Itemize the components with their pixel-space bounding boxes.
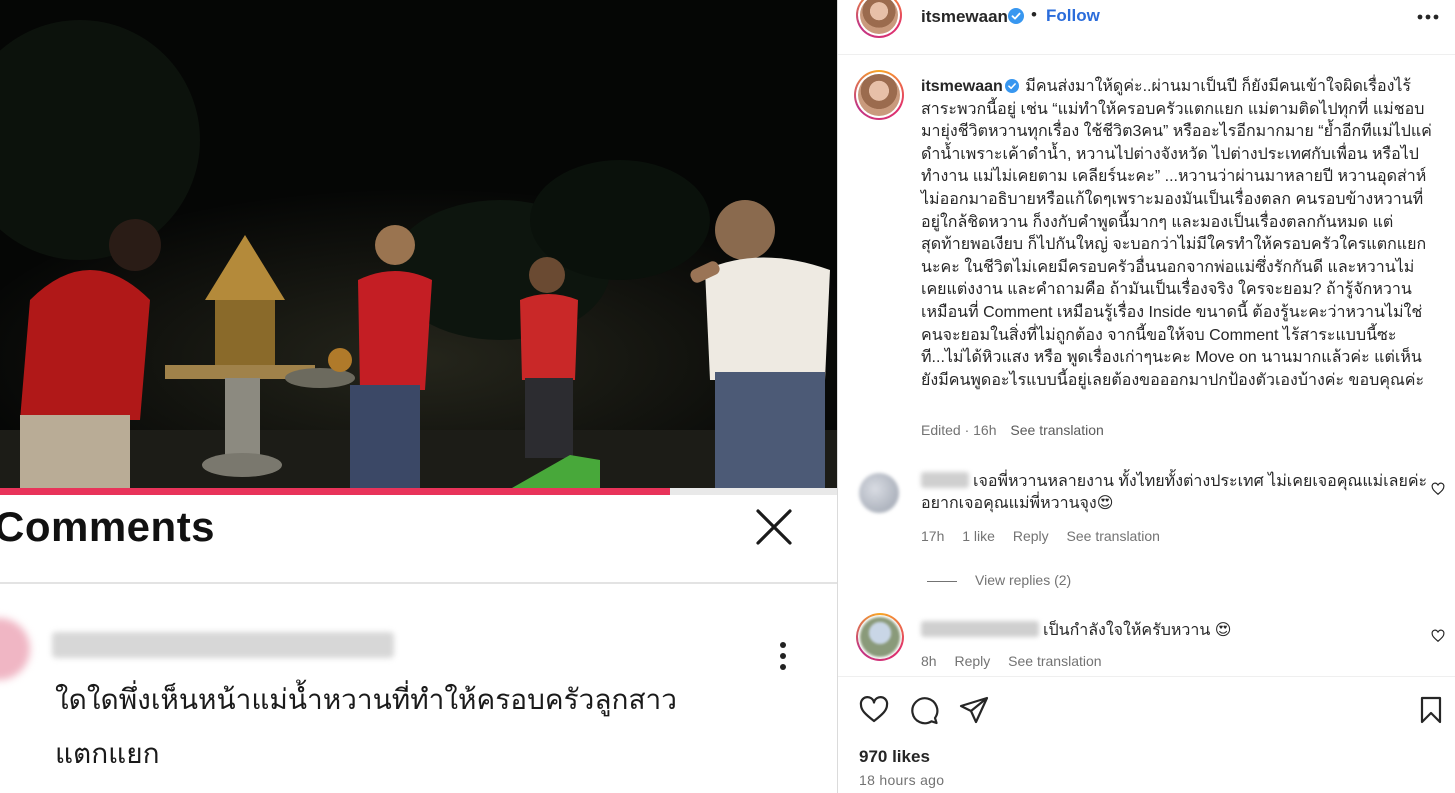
- video-progress-bar[interactable]: [0, 488, 837, 495]
- replies-line: [927, 580, 957, 582]
- view-replies-label: View replies (2): [975, 572, 1072, 588]
- divider: [838, 676, 1455, 677]
- comment-time: 17h: [921, 528, 945, 544]
- view-replies-button[interactable]: View replies (2): [927, 572, 1071, 588]
- comment-body: เป็นกำลังใจให้ครับหวาน 😍: [921, 620, 1433, 642]
- comment-meta: 17h 1 like Reply See translation: [921, 528, 1174, 544]
- comments-screenshot: Comments ใดใดพึ่งเห็นหน้าแม่น้ำหวานที่ทำ…: [0, 495, 837, 793]
- caption-username[interactable]: itsmewaan: [921, 78, 1003, 95]
- blurred-username[interactable]: [921, 472, 969, 488]
- see-translation-link[interactable]: See translation: [1067, 528, 1160, 544]
- comment-bubble-icon[interactable]: [908, 694, 940, 726]
- blurred-username[interactable]: [921, 621, 1039, 637]
- post-side-panel: itsmewaan • Follow itsmewaan มีคนส่งมาให…: [837, 0, 1455, 793]
- divider: [838, 54, 1455, 55]
- comments-screenshot-title: Comments: [0, 503, 216, 550]
- divider: [0, 582, 837, 584]
- bookmark-icon[interactable]: [1415, 694, 1447, 726]
- paper-plane-icon[interactable]: [958, 694, 990, 726]
- comment-time: 8h: [921, 653, 937, 669]
- video-progress-fill: [0, 488, 670, 495]
- post-media[interactable]: Comments ใดใดพึ่งเห็นหน้าแม่น้ำหวานที่ทำ…: [0, 0, 837, 793]
- edited-label: Edited · 16h: [921, 422, 997, 438]
- caption-meta: Edited · 16h See translation: [921, 422, 1104, 438]
- caption-text: มีคนส่งมาให้ดูค่ะ..ผ่านมาเป็นปี ก็ยังมีค…: [921, 78, 1432, 389]
- more-horizontal-icon[interactable]: [1417, 14, 1439, 20]
- comment-likes[interactable]: 1 like: [962, 528, 995, 544]
- comment-text: ใดใดพึ่งเห็นหน้าแม่น้ำหวานที่ทำให้ครอบคร…: [55, 684, 678, 769]
- verified-badge-icon: [1004, 79, 1019, 93]
- reply-button[interactable]: Reply: [1013, 528, 1049, 544]
- more-vertical-icon: [780, 642, 786, 670]
- comment-body: เจอพี่หวานหลายงาน ทั้งไทยทั้งต่างประเทศ …: [921, 471, 1433, 515]
- verified-badge-icon: [1008, 8, 1024, 24]
- commenter-avatar[interactable]: [859, 473, 899, 513]
- video-frame-image: [0, 0, 837, 492]
- reply-button[interactable]: Reply: [954, 653, 990, 669]
- follow-button[interactable]: Follow: [1046, 6, 1100, 26]
- author-username[interactable]: itsmewaan: [921, 7, 1008, 27]
- avatar: [0, 618, 30, 680]
- comment-text: เป็นกำลังใจให้ครับหวาน 😍: [1043, 622, 1232, 639]
- commenter-avatar[interactable]: [856, 613, 904, 661]
- author-avatar[interactable]: [856, 0, 902, 38]
- heart-icon[interactable]: [1431, 629, 1445, 643]
- see-translation-link[interactable]: See translation: [1010, 422, 1103, 438]
- caption-author-avatar[interactable]: [854, 70, 904, 120]
- close-icon: [756, 509, 792, 545]
- likes-count[interactable]: 970 likes: [859, 747, 930, 767]
- separator-dot: •: [1031, 5, 1037, 24]
- comment-meta: 8h Reply See translation: [921, 653, 1116, 669]
- heart-icon[interactable]: [858, 694, 890, 726]
- post-timestamp[interactable]: 18 hours ago: [859, 772, 944, 788]
- post-caption: itsmewaan มีคนส่งมาให้ดูค่ะ..ผ่านมาเป็นป…: [921, 76, 1433, 392]
- see-translation-link[interactable]: See translation: [1008, 653, 1101, 669]
- heart-icon[interactable]: [1431, 482, 1445, 496]
- blurred-username: [52, 632, 394, 658]
- comment-text: เจอพี่หวานหลายงาน ทั้งไทยทั้งต่างประเทศ …: [921, 473, 1428, 512]
